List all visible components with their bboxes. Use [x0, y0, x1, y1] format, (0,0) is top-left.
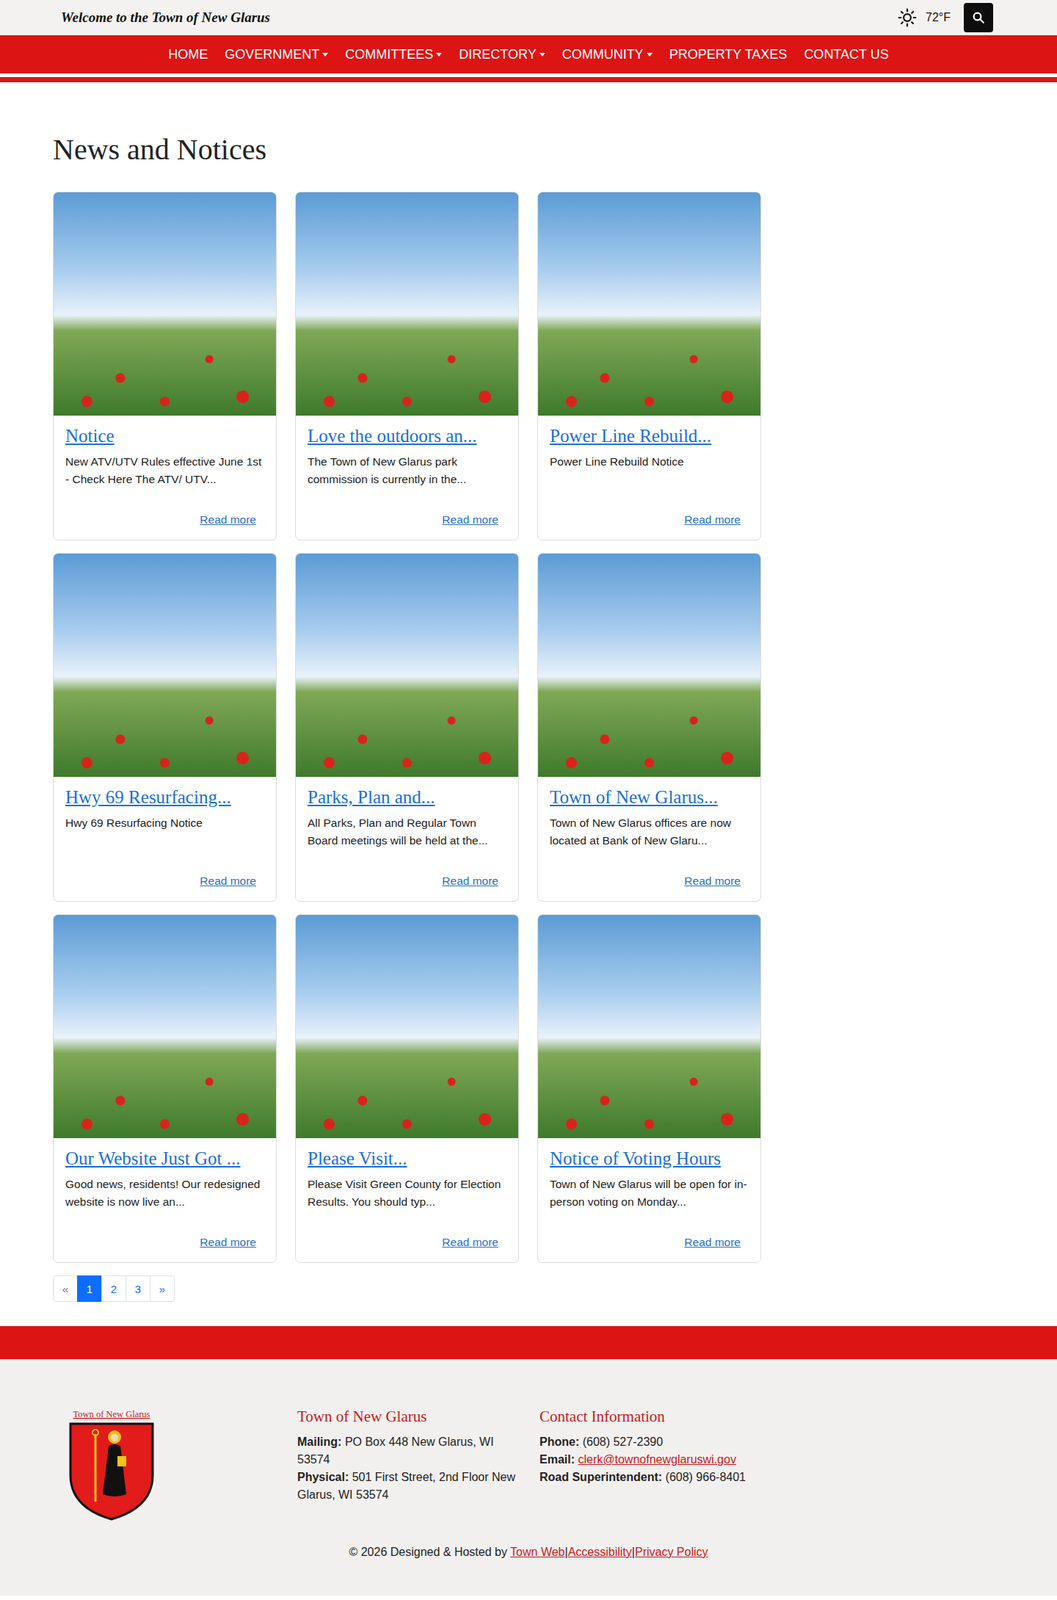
news-card: Love the outdoors an... The Town of New … [295, 191, 519, 541]
card-image [295, 914, 519, 1138]
news-card: Hwy 69 Resurfacing... Hwy 69 Resurfacing… [52, 552, 277, 902]
card-excerpt: New ATV/UTV Rules effective June 1st - C… [65, 452, 265, 489]
card-title[interactable]: Hwy 69 Resurfacing... [65, 785, 265, 810]
contact-block: Contact Information Phone: (608) 527-239… [539, 1407, 760, 1525]
nav-item[interactable]: HOME [168, 46, 208, 63]
card-image [53, 192, 276, 416]
footer-link[interactable]: Accessibility [568, 1545, 632, 1558]
page-button[interactable]: » [149, 1275, 175, 1302]
news-card: Power Line Rebuild... Power Line Rebuild… [537, 191, 762, 541]
page-button[interactable]: 1 [77, 1275, 103, 1302]
sun-icon [897, 8, 917, 28]
footer-band [0, 1325, 1057, 1359]
card-image [295, 192, 519, 416]
search-button[interactable] [963, 2, 994, 33]
card-title[interactable]: Please Visit... [307, 1146, 507, 1171]
copyright: © 2026 Designed & Hosted by Town Web|Acc… [0, 1545, 1057, 1559]
nav-item[interactable]: PROPERTY TAXES [669, 46, 788, 63]
card-excerpt: Town of New Glarus will be open for in-p… [549, 1175, 749, 1211]
read-more-link[interactable]: Read more [441, 513, 499, 527]
card-image [53, 553, 276, 777]
news-card: Town of New Glarus... Town of New Glarus… [537, 552, 762, 902]
page: Welcome to the Town of New Glarus 72°F H… [0, 0, 1057, 1596]
card-title[interactable]: Love the outdoors an... [307, 424, 507, 449]
pagination: «123» [52, 1275, 1005, 1302]
card-title[interactable]: Parks, Plan and... [307, 785, 507, 810]
page-title: News and Notices [52, 82, 1005, 192]
footer: Town of New Glarus Town of New Glarus Ma… [0, 1358, 1057, 1596]
news-card: Please Visit... Please Visit Green Count… [295, 913, 519, 1263]
card-excerpt: Hwy 69 Resurfacing Notice [65, 814, 265, 850]
card-excerpt: Power Line Rebuild Notice [549, 452, 749, 489]
card-title[interactable]: Town of New Glarus... [549, 785, 749, 810]
page-button: « [52, 1275, 78, 1302]
card-image [295, 553, 519, 777]
read-more-link[interactable]: Read more [441, 874, 499, 888]
news-card: Our Website Just Got ... Good news, resi… [52, 913, 277, 1263]
read-more-link[interactable]: Read more [684, 513, 741, 527]
nav-item[interactable]: COMMUNITY [562, 46, 653, 63]
card-image [538, 553, 761, 777]
page-button[interactable]: 3 [125, 1275, 151, 1302]
nav-item[interactable]: CONTACT US [803, 46, 889, 63]
site-title: Welcome to the Town of New Glarus [60, 9, 271, 26]
read-more-link[interactable]: Read more [684, 874, 741, 888]
news-grid: Notice New ATV/UTV Rules effective June … [52, 191, 1005, 1263]
page-button[interactable]: 2 [101, 1275, 127, 1302]
news-card: Notice of Voting Hours Town of New Glaru… [537, 913, 762, 1263]
content: News and Notices Notice New ATV/UTV Rule… [0, 82, 1057, 1302]
nav-item[interactable]: COMMITTEES [344, 46, 442, 63]
main-nav: HOME GOVERNMENT COMMITTEES DIRECTORY COMMUNI… [0, 35, 1057, 74]
card-excerpt: The Town of New Glarus park commission i… [307, 452, 507, 489]
card-excerpt: Please Visit Green County for Election R… [307, 1175, 507, 1211]
footer-link[interactable]: Privacy Policy [634, 1545, 709, 1558]
town-logo-icon: Town of New Glarus [66, 1407, 158, 1522]
card-image [538, 192, 761, 416]
email-link[interactable]: clerk@townofnewglaruswi.gov [577, 1452, 736, 1466]
nav-item[interactable]: GOVERNMENT [224, 46, 329, 63]
read-more-link[interactable]: Read more [199, 1235, 257, 1249]
footer-link[interactable]: Town Web [510, 1545, 565, 1558]
card-excerpt: Good news, residents! Our redesigned web… [65, 1175, 265, 1211]
card-excerpt: Town of New Glarus offices are now locat… [549, 814, 749, 850]
card-image [538, 914, 761, 1138]
card-title[interactable]: Power Line Rebuild... [549, 424, 749, 449]
temperature: 72°F [925, 11, 951, 25]
address-block: Town of New Glarus Mailing: PO Box 448 N… [297, 1407, 518, 1525]
read-more-link[interactable]: Read more [199, 513, 257, 527]
red-stripe [0, 77, 1057, 83]
svg-text:Town of New Glarus: Town of New Glarus [72, 1408, 150, 1419]
card-image [53, 914, 276, 1138]
card-title[interactable]: Our Website Just Got ... [65, 1146, 265, 1171]
card-excerpt: All Parks, Plan and Regular Town Board m… [307, 814, 507, 850]
card-title[interactable]: Notice [65, 424, 265, 449]
nav-item[interactable]: DIRECTORY [458, 46, 545, 63]
top-bar: Welcome to the Town of New Glarus 72°F [0, 0, 1057, 36]
read-more-link[interactable]: Read more [684, 1235, 741, 1249]
news-card: Notice New ATV/UTV Rules effective June … [52, 191, 277, 541]
read-more-link[interactable]: Read more [199, 874, 257, 888]
news-card: Parks, Plan and... All Parks, Plan and R… [295, 552, 519, 902]
read-more-link[interactable]: Read more [441, 1235, 499, 1249]
card-title[interactable]: Notice of Voting Hours [549, 1146, 749, 1171]
search-icon [971, 11, 986, 25]
